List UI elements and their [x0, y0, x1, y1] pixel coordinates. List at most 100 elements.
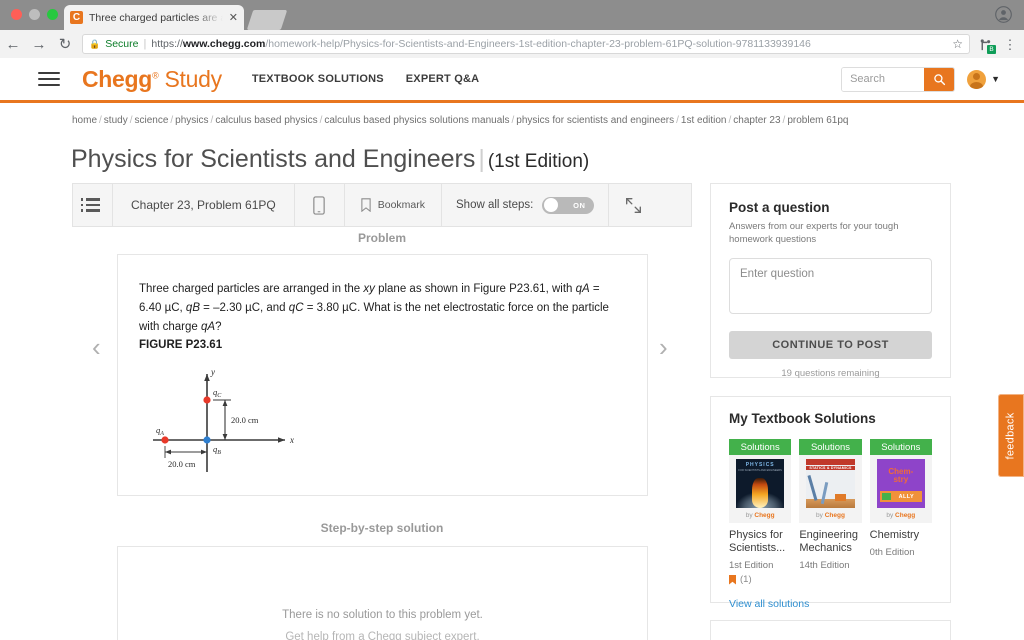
by-chegg-label: by Chegg	[745, 512, 775, 519]
url-domain: www.chegg.com	[182, 38, 266, 50]
breadcrumb-item-calculus-based-physics[interactable]: calculus based physics	[215, 115, 317, 126]
back-button[interactable]: ←	[0, 37, 26, 52]
bottom-card	[710, 620, 951, 640]
solutions-badge: Solutions	[799, 439, 862, 455]
charge-b-point	[203, 436, 211, 444]
textbook-card-engineering[interactable]: Solutions STATICS & DYNAMICS by Chegg En…	[799, 439, 862, 585]
url-scheme: https://	[151, 38, 183, 50]
bookmark-icon	[361, 198, 371, 212]
figure-charge-b-label: qB	[213, 444, 221, 456]
breadcrumb-item-problem[interactable]: problem 61pq	[787, 115, 848, 126]
solution-toolbar: Chapter 23, Problem 61PQ Bookmark Show a…	[72, 183, 692, 227]
breadcrumb-item-science[interactable]: science	[134, 115, 168, 126]
book-title: Physics for Scientists...	[729, 529, 786, 554]
breadcrumb-item-study[interactable]: study	[104, 115, 128, 126]
expand-fullscreen-button[interactable]	[609, 184, 657, 226]
forward-button[interactable]: →	[26, 37, 52, 52]
feedback-tab[interactable]: feedback	[998, 394, 1024, 477]
show-all-steps-toggle[interactable]: ON	[542, 196, 595, 214]
feedback-label: feedback	[1005, 411, 1018, 460]
solution-panel	[117, 546, 648, 640]
solutions-badge: Solutions	[869, 439, 932, 455]
title-divider: |	[478, 145, 485, 173]
toggle-knob	[543, 198, 558, 212]
charge-a-point	[161, 436, 169, 444]
mobile-phone-icon	[313, 195, 325, 215]
search-input[interactable]	[842, 67, 925, 91]
secure-label: Secure	[105, 38, 139, 50]
chapter-problem-label: Chapter 23, Problem 61PQ	[113, 184, 295, 226]
book-title: Engineering Mechanics	[799, 529, 859, 554]
book-edition: 14th Edition	[799, 560, 850, 571]
problem-list-button[interactable]	[73, 184, 113, 226]
bookmark-star-icon[interactable]: ☆	[946, 37, 963, 51]
search-box[interactable]	[841, 66, 956, 92]
problem-text-part-1: Three charged particles are arranged in …	[139, 283, 364, 295]
url-path: /homework-help/Physics-for-Scientists-an…	[265, 38, 811, 50]
breadcrumb-item-home[interactable]: home	[72, 115, 97, 126]
next-problem-button[interactable]: ›	[659, 334, 668, 360]
physics-figure: x y qA qB qC 20.0 cm 20.0 cm	[143, 362, 318, 480]
textbook-list: Solutions PHYSICS FOR SCIENTISTS AND ENG…	[729, 439, 932, 585]
textbook-card-physics[interactable]: Solutions PHYSICS FOR SCIENTISTS AND ENG…	[729, 439, 792, 585]
extension-badge: B	[987, 44, 996, 54]
figure-charge-c-label: qC	[213, 387, 222, 399]
chegg-study-logo[interactable]: Chegg® Study	[82, 66, 222, 93]
chevron-down-icon: ▼	[991, 74, 1000, 84]
problem-text-part-4: = –2.30 µC, and	[199, 302, 289, 314]
account-menu[interactable]: ▼	[967, 69, 1000, 89]
solution-heading: Step-by-step solution	[320, 521, 444, 535]
hamburger-menu-icon[interactable]	[38, 72, 60, 86]
post-question-title: Post a question	[729, 200, 830, 215]
header-nav: TEXTBOOK SOLUTIONS EXPERT Q&A	[252, 73, 479, 85]
book-count-value: (1)	[740, 574, 752, 585]
breadcrumb-item-edition[interactable]: 1st edition	[681, 115, 727, 126]
continue-to-post-button[interactable]: CONTINUE TO POST	[729, 331, 932, 359]
browser-tab-strip: C Three charged particles are ar ✕	[0, 0, 1024, 30]
problem-heading: Problem	[357, 231, 406, 245]
close-tab-icon[interactable]: ✕	[229, 11, 238, 24]
site-header: Chegg® Study TEXTBOOK SOLUTIONS EXPERT Q…	[0, 58, 1024, 103]
search-button[interactable]	[924, 67, 955, 91]
question-input[interactable]	[729, 258, 932, 314]
breadcrumb-item-chapter[interactable]: chapter 23	[733, 115, 780, 126]
view-all-solutions-link[interactable]: View all solutions	[729, 598, 809, 610]
expand-icon	[625, 197, 641, 213]
lock-icon: 🔒	[89, 38, 101, 49]
address-bar[interactable]: 🔒 Secure | https://www.chegg.com/homewor…	[82, 34, 970, 54]
show-all-steps-control[interactable]: Show all steps: ON	[442, 184, 610, 226]
textbook-solutions-card: My Textbook Solutions Solutions PHYSICS …	[710, 396, 951, 610]
page-title-edition: (1st Edition)	[487, 151, 590, 172]
breadcrumb-item-book[interactable]: physics for scientists and engineers	[516, 115, 674, 126]
problem-text-qa-sub: A	[582, 283, 590, 295]
omnibox-divider: |	[143, 38, 147, 50]
maximize-window-button[interactable]	[47, 9, 58, 20]
browser-tab-title: Three charged particles are ar	[89, 11, 223, 24]
extension-icon[interactable]: B	[978, 36, 996, 54]
chrome-menu-icon[interactable]: ⋮	[1002, 38, 1018, 51]
header-right-group: ▼	[841, 66, 1000, 92]
nav-textbook-solutions[interactable]: TEXTBOOK SOLUTIONS	[252, 73, 384, 85]
search-icon	[933, 73, 945, 85]
previous-problem-button[interactable]: ‹	[92, 334, 101, 360]
minimize-window-button[interactable]	[29, 9, 40, 20]
breadcrumb-item-solutions-manuals[interactable]: calculus based physics solutions manuals	[324, 115, 509, 126]
nav-expert-qa[interactable]: EXPERT Q&A	[406, 73, 480, 85]
reload-button[interactable]: ↻	[52, 37, 78, 52]
textbook-card-chemistry[interactable]: Solutions Chem-stry ALLY by Chegg Chemis…	[869, 439, 932, 585]
mobile-app-button[interactable]	[295, 184, 345, 226]
close-window-button[interactable]	[11, 9, 22, 20]
problem-text-qa2-sub: A	[207, 321, 216, 333]
browser-profile-icon[interactable]	[995, 6, 1012, 23]
inactive-tab[interactable]	[246, 10, 288, 30]
show-all-steps-label: Show all steps:	[456, 199, 534, 211]
breadcrumb-item-physics[interactable]: physics	[175, 115, 208, 126]
book-bookmark-count: (1)	[729, 574, 791, 585]
book-thumbnail: PHYSICS FOR SCIENTISTS AND ENGINEERS by …	[729, 455, 792, 523]
chegg-favicon: C	[70, 11, 83, 24]
bookmark-flag-icon	[729, 574, 736, 585]
browser-tab[interactable]: C Three charged particles are ar ✕	[64, 5, 244, 30]
figure-dim-vertical: 20.0 cm	[231, 415, 259, 425]
logo-study-text: Study	[164, 65, 223, 92]
bookmark-button[interactable]: Bookmark	[345, 184, 443, 226]
